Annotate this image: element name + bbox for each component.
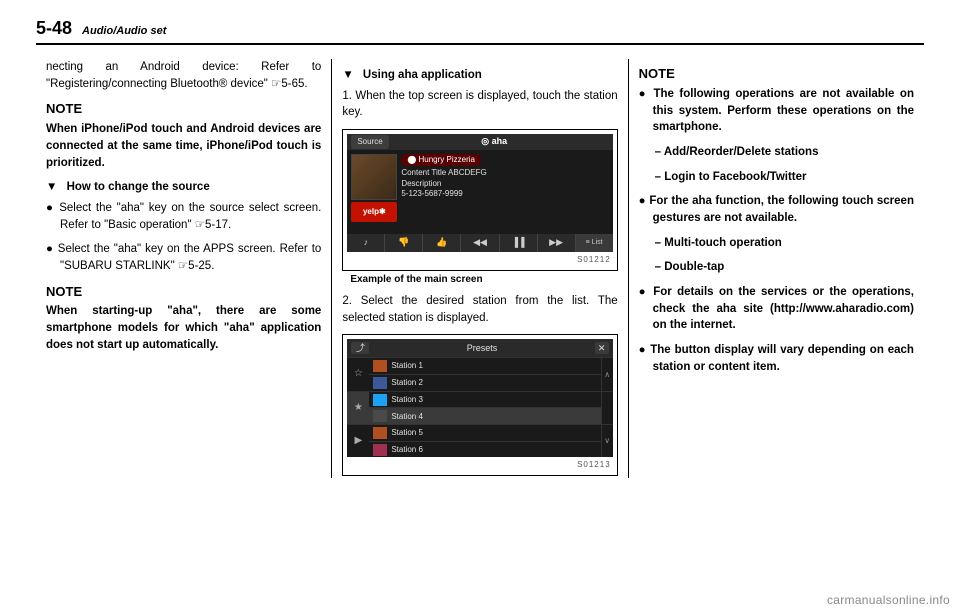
content-phone: 5-123-5687-9999 bbox=[401, 189, 462, 198]
scrollbar[interactable]: ∧ ∨ bbox=[601, 357, 613, 457]
thumbs-up-icon[interactable]: 👍 bbox=[423, 234, 461, 252]
subheading-using-aha: ▼ Using aha application bbox=[342, 67, 617, 84]
content-columns: necting an Android device: Refer to "Reg… bbox=[36, 59, 924, 478]
manual-page: 5-48 Audio/Audio set necting an Android … bbox=[0, 0, 960, 488]
tab-outline-star-icon[interactable]: ☆ bbox=[347, 357, 369, 390]
station-icon bbox=[373, 377, 387, 389]
album-art bbox=[351, 154, 397, 200]
pause-icon[interactable]: ▐▐ bbox=[500, 234, 538, 252]
triangle-icon: ▼ bbox=[342, 67, 353, 84]
section-title: Audio/Audio set bbox=[82, 25, 166, 37]
station-icon bbox=[373, 427, 387, 439]
note-heading: NOTE bbox=[46, 283, 321, 302]
list-item-selected[interactable]: Station 4 bbox=[369, 407, 600, 424]
list-item[interactable]: Station 1 bbox=[369, 357, 600, 374]
list-item[interactable]: Station 2 bbox=[369, 374, 600, 391]
dash-item: – Login to Facebook/Twitter bbox=[639, 169, 914, 186]
thumb-column: yelp✱ bbox=[351, 154, 397, 222]
tab-filled-star-icon[interactable]: ★ bbox=[347, 391, 369, 424]
note-heading: NOTE bbox=[639, 65, 914, 84]
presets-side-tabs: ☆ ★ ▶ bbox=[347, 357, 369, 457]
dash-item: – Multi-touch operation bbox=[639, 235, 914, 252]
triangle-icon: ▼ bbox=[46, 179, 57, 196]
scroll-track bbox=[602, 391, 613, 424]
column-3: NOTE The following operations are not av… bbox=[628, 59, 924, 478]
list-item[interactable]: Station 3 bbox=[369, 391, 600, 408]
scroll-up-icon[interactable]: ∧ bbox=[602, 357, 613, 390]
header-rule bbox=[36, 43, 924, 45]
content-title: Content Title ABCDEFG bbox=[401, 168, 486, 177]
bullet-item: Select the "aha" key on the APPS screen.… bbox=[46, 241, 321, 274]
bullet-item: The button display will vary depending o… bbox=[639, 342, 914, 375]
station-icon bbox=[373, 360, 387, 372]
list-item[interactable]: Station 5 bbox=[369, 424, 600, 441]
list-button[interactable]: ≡ List bbox=[576, 234, 613, 252]
continuation-text: necting an Android device: Refer to "Reg… bbox=[46, 59, 321, 92]
station-icon bbox=[373, 444, 387, 456]
page-header: 5-48 Audio/Audio set bbox=[36, 18, 924, 39]
aha-main-screen: Source ◎ aha yelp✱ ⬤ Hungry Pizzeria Con… bbox=[347, 134, 612, 252]
station-tag[interactable]: ⬤ Hungry Pizzeria bbox=[401, 154, 481, 166]
column-2: ▼ Using aha application 1. When the top … bbox=[331, 59, 627, 478]
content-description: Description bbox=[401, 179, 441, 188]
bullet-item: The following operations are not availab… bbox=[639, 86, 914, 136]
station-label: Station 2 bbox=[391, 377, 423, 389]
step-text: 1. When the top screen is displayed, tou… bbox=[342, 88, 617, 121]
subheading-change-source: ▼ How to change the source bbox=[46, 179, 321, 196]
prev-track-icon[interactable]: ◀◀ bbox=[461, 234, 499, 252]
note-body: When starting-up "aha", there are some s… bbox=[46, 303, 321, 353]
subheading-label: Using aha application bbox=[363, 69, 482, 81]
presets-list-area: ☆ ★ ▶ Station 1 Station 2 Station 3 Stat… bbox=[347, 357, 612, 457]
station-icon bbox=[373, 394, 387, 406]
station-label: Station 1 bbox=[391, 360, 423, 372]
yelp-badge: yelp✱ bbox=[351, 202, 397, 222]
station-icon bbox=[373, 410, 387, 422]
image-code: S01213 bbox=[347, 457, 612, 471]
step-text: 2. Select the desired station from the l… bbox=[342, 293, 617, 326]
bullet-item: For details on the services or the opera… bbox=[639, 284, 914, 334]
list-item[interactable]: Station 6 bbox=[369, 441, 600, 458]
topbar-spacer bbox=[600, 136, 609, 148]
bullet-item: For the aha function, the following touc… bbox=[639, 193, 914, 226]
track-meta: ⬤ Hungry Pizzeria Content Title ABCDEFG … bbox=[401, 154, 608, 222]
note-body: When iPhone/iPod touch and Android devic… bbox=[46, 121, 321, 171]
close-icon[interactable]: ✕ bbox=[595, 342, 609, 354]
scroll-down-icon[interactable]: ∨ bbox=[602, 424, 613, 457]
dash-item: – Add/Reorder/Delete stations bbox=[639, 144, 914, 161]
presets-screen: ⤴ Presets ✕ ☆ ★ ▶ Station 1 Station 2 bbox=[347, 339, 612, 457]
presets-topbar: ⤴ Presets ✕ bbox=[347, 339, 612, 357]
column-1: necting an Android device: Refer to "Reg… bbox=[36, 59, 331, 478]
screenshot-presets: ⤴ Presets ✕ ☆ ★ ▶ Station 1 Station 2 bbox=[342, 334, 617, 476]
subheading-label: How to change the source bbox=[67, 181, 210, 193]
bullet-item: Select the "aha" key on the source selec… bbox=[46, 200, 321, 233]
station-label: Station 3 bbox=[391, 394, 423, 406]
next-track-icon[interactable]: ▶▶ bbox=[538, 234, 576, 252]
note-heading: NOTE bbox=[46, 100, 321, 119]
thumbs-down-icon[interactable]: 👎 bbox=[385, 234, 423, 252]
screen-topbar: Source ◎ aha bbox=[347, 134, 612, 150]
station-label: Station 4 bbox=[391, 411, 423, 423]
image-code: S01212 bbox=[347, 252, 612, 266]
watermark: carmanualsonline.info bbox=[827, 593, 950, 607]
dash-item: – Double-tap bbox=[639, 259, 914, 276]
back-icon[interactable]: ⤴ bbox=[351, 342, 369, 354]
station-label: Station 6 bbox=[391, 444, 423, 456]
screenshot-main-screen: Source ◎ aha yelp✱ ⬤ Hungry Pizzeria Con… bbox=[342, 129, 617, 271]
tab-play-icon[interactable]: ▶ bbox=[347, 424, 369, 457]
page-number: 5-48 bbox=[36, 18, 72, 39]
figure-caption: Example of the main screen bbox=[350, 273, 617, 288]
screen-body: yelp✱ ⬤ Hungry Pizzeria Content Title AB… bbox=[347, 150, 612, 226]
station-label: Station 5 bbox=[391, 427, 423, 439]
presets-title: Presets bbox=[467, 342, 498, 355]
playback-controls: ♪ 👎 👍 ◀◀ ▐▐ ▶▶ ≡ List bbox=[347, 234, 612, 252]
source-button[interactable]: Source bbox=[351, 135, 388, 149]
aha-logo: ◎ aha bbox=[481, 135, 507, 148]
music-icon[interactable]: ♪ bbox=[347, 234, 385, 252]
station-rows: Station 1 Station 2 Station 3 Station 4 … bbox=[369, 357, 600, 457]
